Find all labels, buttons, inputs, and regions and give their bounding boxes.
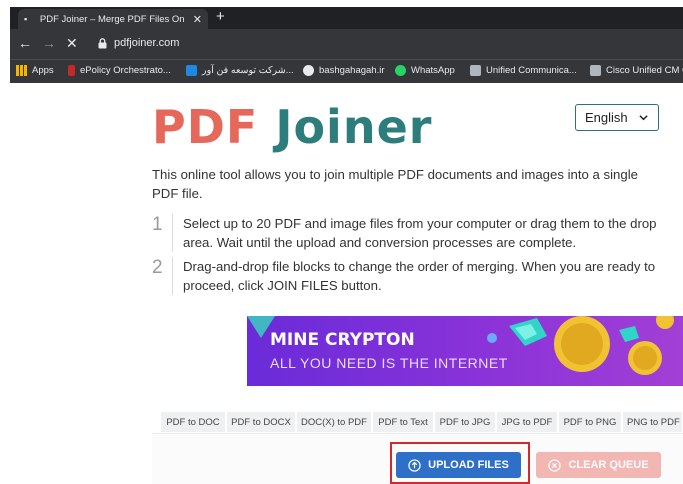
ad-headline: MINE CRYPTON <box>270 330 415 350</box>
ad-artwork <box>247 316 674 375</box>
lock-icon <box>98 38 107 49</box>
bookmark-unified-communications[interactable]: Unified Communica... <box>470 65 577 76</box>
mcafee-shield-icon <box>68 65 75 76</box>
browser-toolbar: ← → ✕ pdfjoiner.com <box>10 29 683 59</box>
bookmark-persian-company[interactable]: شرکت توسعه فن آور... <box>186 65 294 76</box>
ad-banner[interactable]: MINE CRYPTON ALL YOU NEED IS THE INTERNE… <box>247 316 683 386</box>
apps-grid-icon <box>16 65 27 76</box>
bookmark-cisco-unified-cm[interactable]: Cisco Unified CM C <box>590 65 683 76</box>
pdf-favicon-icon: ▪ <box>24 14 28 24</box>
stop-loading-icon[interactable]: ✕ <box>66 36 78 50</box>
address-bar[interactable]: pdfjoiner.com <box>114 37 179 49</box>
ad-subline: ALL YOU NEED IS THE INTERNET <box>270 355 508 371</box>
tab-png-to-pdf[interactable]: PNG to PDF <box>622 411 683 433</box>
upload-files-label: UPLOAD FILES <box>428 459 509 471</box>
bookmarks-bar: Apps ePolicy Orchestrato... شرکت توسعه ف… <box>10 59 683 83</box>
step-1: 1 Select up to 20 PDF and image files fr… <box>152 214 672 254</box>
browser-tab[interactable]: ▪ PDF Joiner – Merge PDF Files On ✕ <box>18 9 208 29</box>
tab-pdf-to-docx[interactable]: PDF to DOCX <box>226 411 296 433</box>
tab-pdf-to-doc[interactable]: PDF to DOC <box>160 411 226 433</box>
chevron-down-icon <box>639 115 648 121</box>
step-text: Drag-and-drop file blocks to change the … <box>183 259 656 293</box>
tab-doc-to-pdf[interactable]: DOC(X) to PDF <box>296 411 372 433</box>
intro-text: This online tool allows you to join mult… <box>152 167 638 201</box>
bookmark-apps[interactable]: Apps <box>16 65 54 76</box>
document-icon <box>186 65 197 76</box>
clear-queue-label: CLEAR QUEUE <box>568 459 649 471</box>
logo-joiner-text: Joiner <box>275 100 433 154</box>
step-text: Select up to 20 PDF and image files from… <box>183 216 657 250</box>
converter-tabs: PDF to DOC PDF to DOCX DOC(X) to PDF PDF… <box>160 411 683 433</box>
site-logo[interactable]: PDF Joiner <box>152 100 432 154</box>
forward-arrow-icon[interactable]: → <box>42 36 56 50</box>
upload-files-button[interactable]: UPLOAD FILES <box>396 452 521 478</box>
logo-pdf-text: PDF <box>152 100 259 154</box>
tab-pdf-to-jpg[interactable]: PDF to JPG <box>434 411 496 433</box>
close-tab-icon[interactable]: ✕ <box>193 13 202 26</box>
cisco-icon <box>470 65 481 76</box>
tab-pdf-to-text[interactable]: PDF to Text <box>372 411 434 433</box>
bookmark-whatsapp[interactable]: WhatsApp <box>395 65 455 76</box>
tab-jpg-to-pdf[interactable]: JPG to PDF <box>496 411 558 433</box>
tab-title: PDF Joiner – Merge PDF Files On <box>39 13 185 25</box>
whatsapp-icon <box>395 65 406 76</box>
back-arrow-icon[interactable]: ← <box>18 36 32 50</box>
step-2: 2 Drag-and-drop file blocks to change th… <box>152 257 672 297</box>
step-divider <box>172 257 173 295</box>
new-tab-button[interactable]: + <box>216 8 225 25</box>
compass-icon <box>303 65 314 76</box>
bookmark-bashgahagah[interactable]: bashgahagah.ir <box>303 65 385 76</box>
language-select[interactable]: English <box>575 104 659 131</box>
upload-arrow-icon <box>408 458 421 472</box>
language-value: English <box>585 110 628 125</box>
tab-pdf-to-png[interactable]: PDF to PNG <box>558 411 622 433</box>
browser-tab-strip: ▪ PDF Joiner – Merge PDF Files On ✕ + <box>10 7 683 29</box>
step-number: 2 <box>152 257 163 278</box>
clear-x-icon <box>548 458 562 472</box>
cisco-icon <box>590 65 601 76</box>
step-divider <box>172 214 173 252</box>
bookmark-epolicy[interactable]: ePolicy Orchestrato... <box>68 65 171 76</box>
clear-queue-button[interactable]: CLEAR QUEUE <box>536 452 661 478</box>
step-number: 1 <box>152 214 163 235</box>
